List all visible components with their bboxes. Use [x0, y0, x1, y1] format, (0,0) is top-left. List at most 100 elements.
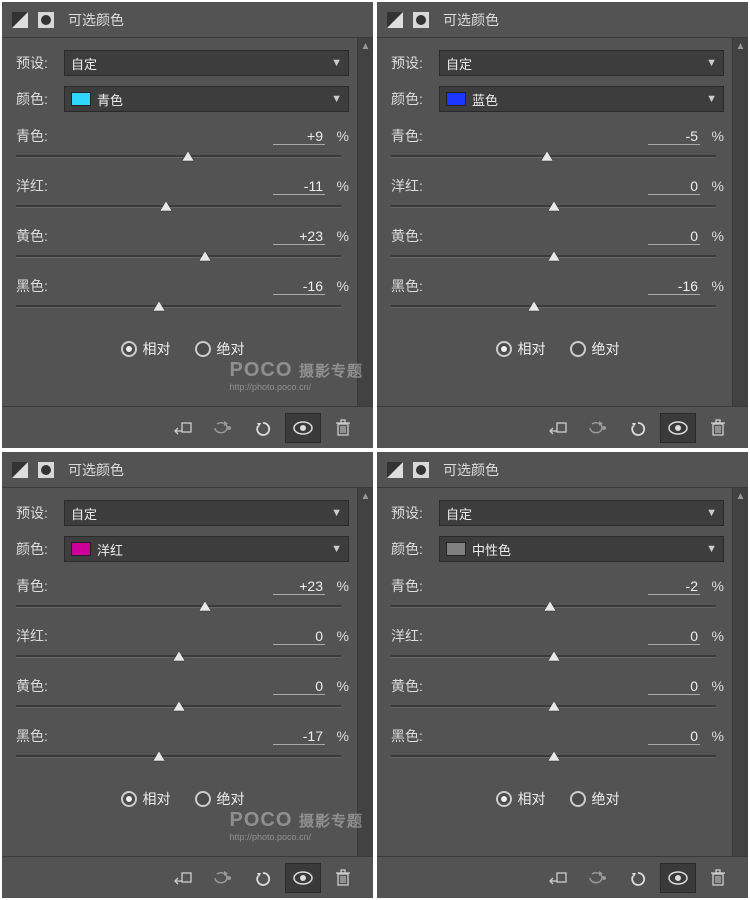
slider-value-magenta[interactable]: -11	[273, 178, 325, 195]
slider-thumb-yellow[interactable]	[198, 250, 212, 262]
slider-thumb-black[interactable]	[547, 750, 561, 762]
slider-value-black[interactable]: -16	[648, 278, 700, 295]
slider-track-magenta[interactable]	[16, 650, 341, 662]
slider-value-yellow[interactable]: 0	[273, 678, 325, 695]
slider-thumb-yellow[interactable]	[547, 250, 561, 262]
slider-thumb-cyan[interactable]	[181, 150, 195, 162]
toggle-visibility-button[interactable]	[660, 413, 696, 443]
slider-thumb-black[interactable]	[152, 300, 166, 312]
clip-to-layer-button[interactable]	[540, 413, 576, 443]
scroll-up-icon[interactable]: ▲	[358, 488, 373, 504]
preset-dropdown[interactable]: 自定 ▼	[64, 500, 349, 526]
view-previous-button[interactable]	[205, 413, 241, 443]
slider-track-magenta[interactable]	[391, 200, 716, 212]
slider-track-black[interactable]	[391, 300, 716, 312]
radio-relative[interactable]: 相对	[496, 339, 546, 359]
radio-absolute[interactable]: 绝对	[570, 789, 620, 809]
slider-thumb-black[interactable]	[527, 300, 541, 312]
delete-button[interactable]	[700, 863, 736, 893]
slider-thumb-magenta[interactable]	[172, 650, 186, 662]
toggle-visibility-button[interactable]	[660, 863, 696, 893]
mask-icon[interactable]	[411, 460, 431, 480]
slider-value-cyan[interactable]: +9	[273, 128, 325, 145]
delete-button[interactable]	[325, 413, 361, 443]
radio-absolute[interactable]: 绝对	[570, 339, 620, 359]
view-previous-button[interactable]	[580, 413, 616, 443]
slider-thumb-magenta[interactable]	[547, 650, 561, 662]
slider-value-cyan[interactable]: -5	[648, 128, 700, 145]
reset-button[interactable]	[245, 413, 281, 443]
slider-thumb-cyan[interactable]	[543, 600, 557, 612]
slider-value-cyan[interactable]: +23	[273, 578, 325, 595]
preset-dropdown[interactable]: 自定 ▼	[439, 50, 724, 76]
radio-absolute[interactable]: 绝对	[195, 339, 245, 359]
reset-button[interactable]	[620, 413, 656, 443]
mask-icon[interactable]	[36, 10, 56, 30]
preset-dropdown[interactable]: 自定 ▼	[64, 50, 349, 76]
clip-to-layer-button[interactable]	[165, 413, 201, 443]
color-dropdown[interactable]: 蓝色 ▼	[439, 86, 724, 112]
delete-button[interactable]	[325, 863, 361, 893]
toggle-visibility-button[interactable]	[285, 863, 321, 893]
toggle-visibility-button[interactable]	[285, 413, 321, 443]
slider-track-cyan[interactable]	[391, 600, 716, 612]
scroll-up-icon[interactable]: ▲	[733, 38, 748, 54]
slider-thumb-cyan[interactable]	[198, 600, 212, 612]
slider-value-cyan[interactable]: -2	[648, 578, 700, 595]
radio-absolute[interactable]: 绝对	[195, 789, 245, 809]
slider-thumb-magenta[interactable]	[159, 200, 173, 212]
radio-relative[interactable]: 相对	[121, 339, 171, 359]
slider-thumb-magenta[interactable]	[547, 200, 561, 212]
scrollbar[interactable]: ▲	[732, 488, 748, 856]
slider-track-black[interactable]	[391, 750, 716, 762]
slider-thumb-yellow[interactable]	[547, 700, 561, 712]
slider-value-black[interactable]: 0	[648, 728, 700, 745]
mask-icon[interactable]	[36, 460, 56, 480]
color-dropdown[interactable]: 青色 ▼	[64, 86, 349, 112]
slider-value-black[interactable]: -16	[273, 278, 325, 295]
slider-track-cyan[interactable]	[16, 150, 341, 162]
reset-button[interactable]	[620, 863, 656, 893]
delete-button[interactable]	[700, 413, 736, 443]
mask-icon[interactable]	[411, 10, 431, 30]
slider-track-cyan[interactable]	[16, 600, 341, 612]
color-dropdown[interactable]: 中性色 ▼	[439, 536, 724, 562]
slider-track-yellow[interactable]	[391, 250, 716, 262]
slider-track-yellow[interactable]	[16, 250, 341, 262]
slider-track-black[interactable]	[16, 750, 341, 762]
slider-track-magenta[interactable]	[16, 200, 341, 212]
slider-track-yellow[interactable]	[391, 700, 716, 712]
color-dropdown[interactable]: 洋红 ▼	[64, 536, 349, 562]
adjustment-icon[interactable]	[385, 10, 405, 30]
radio-relative[interactable]: 相对	[121, 789, 171, 809]
slider-thumb-black[interactable]	[152, 750, 166, 762]
slider-value-magenta[interactable]: 0	[648, 628, 700, 645]
slider-value-yellow[interactable]: 0	[648, 228, 700, 245]
scrollbar[interactable]: ▲	[357, 38, 373, 406]
slider-track-cyan[interactable]	[391, 150, 716, 162]
scrollbar[interactable]: ▲	[732, 38, 748, 406]
view-previous-button[interactable]	[580, 863, 616, 893]
slider-thumb-yellow[interactable]	[172, 700, 186, 712]
clip-to-layer-button[interactable]	[165, 863, 201, 893]
slider-track-black[interactable]	[16, 300, 341, 312]
scrollbar[interactable]: ▲	[357, 488, 373, 856]
adjustment-icon[interactable]	[10, 460, 30, 480]
radio-relative[interactable]: 相对	[496, 789, 546, 809]
slider-thumb-cyan[interactable]	[540, 150, 554, 162]
adjustment-icon[interactable]	[385, 460, 405, 480]
view-previous-button[interactable]	[205, 863, 241, 893]
preset-dropdown[interactable]: 自定 ▼	[439, 500, 724, 526]
clip-to-layer-button[interactable]	[540, 863, 576, 893]
slider-value-magenta[interactable]: 0	[648, 178, 700, 195]
scroll-up-icon[interactable]: ▲	[733, 488, 748, 504]
adjustment-icon[interactable]	[10, 10, 30, 30]
slider-value-yellow[interactable]: +23	[273, 228, 325, 245]
reset-button[interactable]	[245, 863, 281, 893]
slider-value-magenta[interactable]: 0	[273, 628, 325, 645]
slider-value-black[interactable]: -17	[273, 728, 325, 745]
slider-track-yellow[interactable]	[16, 700, 341, 712]
scroll-up-icon[interactable]: ▲	[358, 38, 373, 54]
slider-value-yellow[interactable]: 0	[648, 678, 700, 695]
slider-track-magenta[interactable]	[391, 650, 716, 662]
